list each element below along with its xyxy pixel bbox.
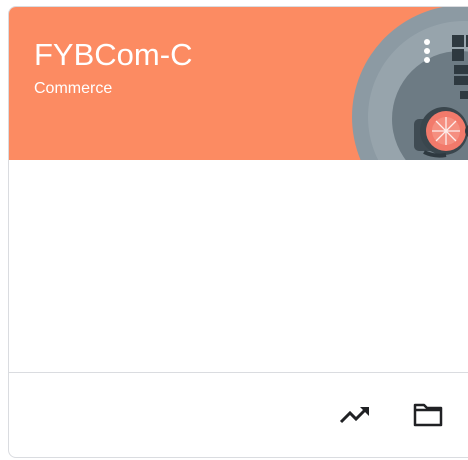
card-footer-divider [9, 372, 468, 373]
more-vert-icon [424, 39, 430, 63]
class-title-link[interactable]: FYBCom-C [34, 37, 192, 73]
open-gradebook-button[interactable] [335, 395, 375, 435]
header-illustration [352, 7, 468, 160]
trending-up-icon [339, 406, 369, 424]
class-card-header: FYBCom-C Commerce [9, 7, 468, 160]
open-folder-button[interactable] [408, 395, 448, 435]
class-card: FYBCom-C Commerce [8, 6, 468, 458]
class-section-link[interactable]: Commerce [34, 79, 112, 99]
more-options-button[interactable] [413, 31, 441, 71]
folder-icon [413, 403, 443, 427]
